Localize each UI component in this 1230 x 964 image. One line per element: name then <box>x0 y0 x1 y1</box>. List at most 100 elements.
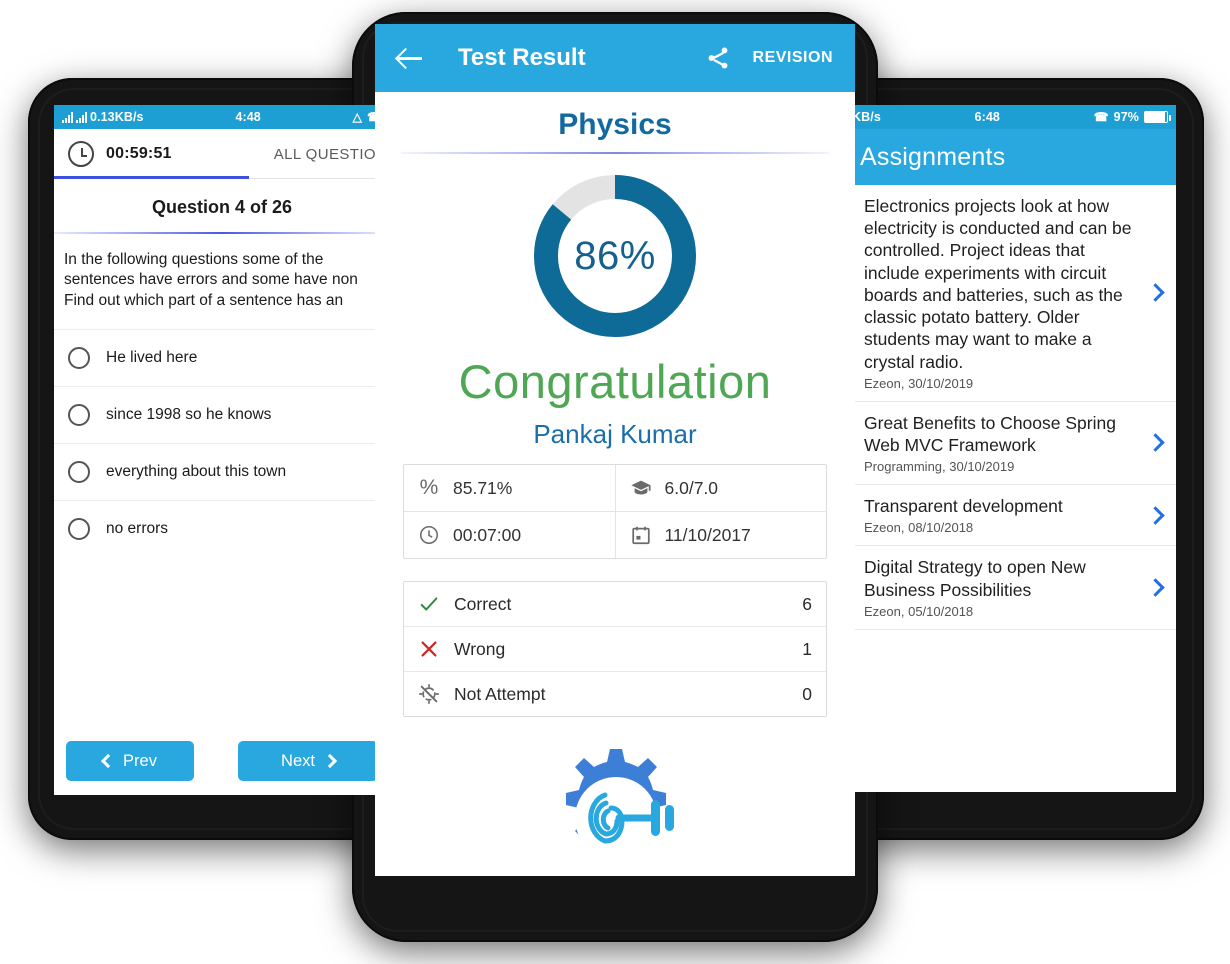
stat-value: 11/10/2017 <box>664 524 751 545</box>
list-item[interactable]: since 1998 so he knows <box>54 386 390 443</box>
percent-icon: % <box>419 476 439 499</box>
chevron-right-icon <box>322 753 338 769</box>
signal-bars-icon <box>76 111 87 123</box>
count-value: 0 <box>802 683 812 704</box>
left-status-time: 4:48 <box>235 110 261 124</box>
option-label: everything about this town <box>106 463 287 481</box>
left-status-bar: 0.13KB/s 4:48 △ ☎ <box>54 105 390 129</box>
network-speed-label: 0.13KB/s <box>90 110 144 124</box>
assignment-meta: Ezeon, 05/10/2018 <box>864 603 974 619</box>
tab-all-questions[interactable]: ALL QUESTIO <box>274 146 376 163</box>
battery-percent-label: 97% <box>1113 110 1139 124</box>
battery-icon <box>1144 111 1171 123</box>
page-title: Test Result <box>458 44 586 71</box>
location-off-icon <box>418 683 444 705</box>
radio-button-icon[interactable] <box>68 461 90 484</box>
assignment-title: Transparent development <box>864 496 1063 517</box>
chevron-right-icon[interactable] <box>1146 433 1165 453</box>
table-row: 00:07:00 11/10/2017 <box>404 511 826 558</box>
left-phone-screen: 0.13KB/s 4:48 △ ☎ 00:59:51 ALL QUESTIO Q… <box>54 105 390 795</box>
page-title: Assignments <box>860 142 1006 171</box>
stat-marks: 6.0/7.0 <box>614 465 827 511</box>
prev-button[interactable]: Prev <box>66 741 194 781</box>
chevron-right-icon[interactable] <box>1146 578 1165 597</box>
question-counter: Question 4 of 26 <box>151 197 293 217</box>
right-status-time: 6:48 <box>974 110 1000 124</box>
right-phone-screen: KB/s 6:48 ☎ 97% Assignments Electronics … <box>844 105 1176 792</box>
assignment-meta: Programming, 30/10/2019 <box>864 459 1015 475</box>
count-value: 6 <box>802 593 812 614</box>
score-donut-chart: 86% <box>375 154 855 346</box>
share-icon[interactable] <box>705 45 731 71</box>
composite-screenshot: 0.13KB/s 4:48 △ ☎ 00:59:51 ALL QUESTIO Q… <box>0 0 1230 964</box>
quiz-navigation-bar: Prev Next <box>54 727 390 795</box>
answer-breakdown-table: Correct 6 Wrong 1 Not Attempt 0 <box>403 581 827 717</box>
table-row: Correct 6 <box>404 582 826 626</box>
radio-button-icon[interactable] <box>68 404 90 427</box>
cross-icon <box>418 638 444 660</box>
stat-value: 85.71% <box>453 477 513 498</box>
option-label: no errors <box>106 520 169 538</box>
prev-button-label: Prev <box>123 751 157 770</box>
user-name: Pankaj Kumar <box>533 419 697 449</box>
stat-percentage: % 85.71% <box>404 465 615 511</box>
stats-table: % 85.71% 6.0/7.0 00:07:00 11/10/2017 <box>403 464 827 559</box>
count-label: Correct <box>454 593 512 614</box>
check-icon <box>418 593 444 615</box>
signal-bars-icon <box>62 111 73 123</box>
tab-active-indicator <box>54 176 249 179</box>
quiz-top-bar: 00:59:51 ALL QUESTIO <box>54 129 390 179</box>
table-row: Not Attempt 0 <box>404 671 826 716</box>
option-label: He lived here <box>106 349 198 367</box>
table-row: Wrong 1 <box>404 626 826 671</box>
assignment-title: Digital Strategy to open New Business Po… <box>864 557 1086 600</box>
result-app-bar: Test Result REVISION <box>375 24 855 92</box>
question-text: In the following questions some of the s… <box>64 251 358 309</box>
right-status-bar: KB/s 6:48 ☎ 97% <box>844 105 1176 129</box>
chevron-left-icon <box>100 753 116 769</box>
app-logo <box>375 717 855 876</box>
tab-inactive-rule <box>248 178 390 179</box>
assignment-meta: Ezeon, 08/10/2018 <box>864 520 974 536</box>
table-row: % 85.71% 6.0/7.0 <box>404 465 826 511</box>
hd-call-icon: ☎ <box>1093 110 1109 124</box>
list-item[interactable]: no errors <box>54 500 390 557</box>
assignments-header: Assignments <box>844 129 1176 185</box>
congratulation-text: Congratulation <box>458 355 772 408</box>
clock-icon <box>418 524 440 546</box>
graduation-cap-icon <box>630 477 652 499</box>
revision-button[interactable]: REVISION <box>753 49 833 67</box>
center-phone-screen: Test Result REVISION Physics 86% Congrat… <box>375 24 855 876</box>
assignment-title: Great Benefits to Choose Spring Web MVC … <box>864 412 1116 455</box>
chevron-right-icon[interactable] <box>1146 506 1165 525</box>
assignment-title: Electronics projects look at how electri… <box>864 196 1132 372</box>
calendar-icon <box>630 524 652 546</box>
stat-date: 11/10/2017 <box>614 512 827 558</box>
stat-duration: 00:07:00 <box>404 512 615 558</box>
gear-fingerprint-logo <box>566 749 674 859</box>
list-item[interactable]: Great Benefits to Choose Spring Web MVC … <box>844 401 1176 486</box>
option-label: since 1998 so he knows <box>106 406 272 424</box>
list-item[interactable]: Transparent development Ezeon, 08/10/201… <box>844 485 1176 547</box>
list-item[interactable]: Digital Strategy to open New Business Po… <box>844 546 1176 630</box>
radio-button-icon[interactable] <box>68 518 90 541</box>
mute-icon: △ <box>352 110 362 124</box>
count-label: Wrong <box>454 638 506 659</box>
chevron-right-icon[interactable] <box>1146 283 1165 303</box>
next-button-label: Next <box>281 751 315 770</box>
count-value: 1 <box>802 638 812 659</box>
stat-value: 00:07:00 <box>453 524 522 545</box>
network-speed-label: KB/s <box>852 110 881 124</box>
quiz-timer: 00:59:51 <box>106 145 172 162</box>
stat-value: 6.0/7.0 <box>664 477 719 498</box>
clock-icon <box>68 141 94 167</box>
subject-title: Physics <box>558 108 672 141</box>
list-item[interactable]: Electronics projects look at how electri… <box>844 185 1176 402</box>
assignment-meta: Ezeon, 30/10/2019 <box>864 375 974 391</box>
list-item[interactable]: He lived here <box>54 329 390 386</box>
radio-button-icon[interactable] <box>68 347 90 370</box>
next-button[interactable]: Next <box>238 741 378 781</box>
back-arrow-icon[interactable] <box>397 45 423 71</box>
list-item[interactable]: everything about this town <box>54 443 390 500</box>
count-label: Not Attempt <box>454 683 546 704</box>
